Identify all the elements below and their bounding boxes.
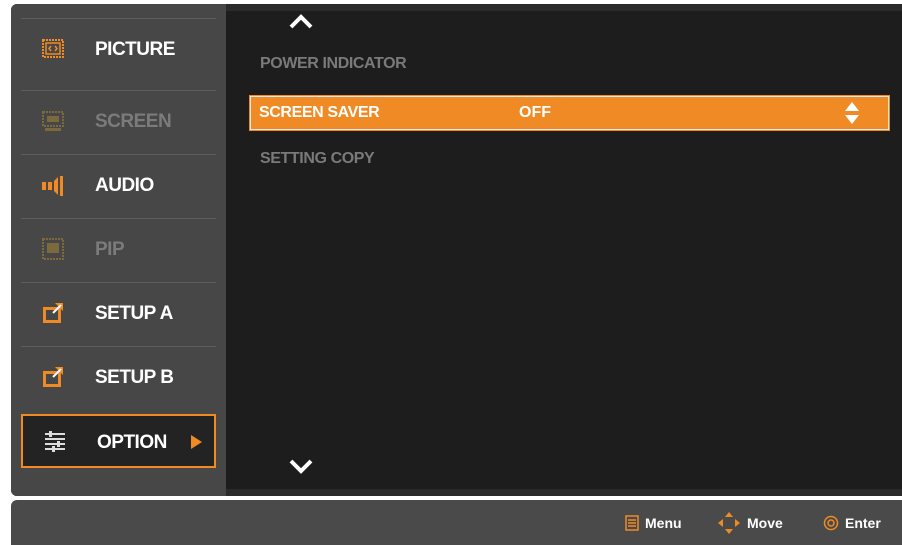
setup-icon xyxy=(43,303,63,323)
bottom-hint-bar: Menu Move Enter xyxy=(11,500,902,545)
sidebar-item-label: AUDIO xyxy=(95,175,154,196)
sidebar-item-audio[interactable]: AUDIO xyxy=(21,154,216,216)
menu-item-value: OFF xyxy=(519,104,551,121)
sidebar-item-label: SCREEN xyxy=(95,111,172,132)
pip-icon xyxy=(42,238,64,260)
chevron-right-icon xyxy=(191,435,202,449)
up-down-arrows-icon[interactable] xyxy=(844,101,860,125)
submenu-panel: POWER INDICATOR SCREEN SAVER OFF SETTING… xyxy=(226,11,902,489)
menu-item-label: SCREEN SAVER xyxy=(259,104,380,121)
menu-item-power-indicator[interactable]: POWER INDICATOR xyxy=(260,49,900,79)
sidebar-item-option[interactable]: OPTION xyxy=(21,414,216,468)
chevron-up-icon[interactable] xyxy=(286,11,316,31)
menu-item-label: SETTING COPY xyxy=(260,150,375,167)
sidebar-item-label: PIP xyxy=(95,239,125,260)
enter-hint-label: Enter xyxy=(845,514,881,531)
osd-menu: PICTURE SCREEN AUDIO PIP SETUP A SETUP B… xyxy=(11,4,902,496)
sidebar-item-label: OPTION xyxy=(97,432,167,453)
enter-icon xyxy=(823,515,839,530)
menu-icon xyxy=(625,514,639,531)
enter-hint: Enter xyxy=(823,500,881,545)
sidebar-item-label: PICTURE xyxy=(95,39,175,60)
move-hint: Move xyxy=(717,500,783,545)
menu-hint-label: Menu xyxy=(645,514,682,531)
setup-icon xyxy=(43,367,63,387)
option-icon xyxy=(45,431,65,452)
menu-item-screen-saver[interactable]: SCREEN SAVER OFF xyxy=(249,95,890,131)
sidebar-item-screen[interactable]: SCREEN xyxy=(21,90,216,152)
sidebar-item-label: SETUP A xyxy=(95,303,173,324)
chevron-down-icon[interactable] xyxy=(286,457,316,477)
menu-item-label: POWER INDICATOR xyxy=(260,55,407,72)
screen-icon xyxy=(42,111,64,131)
sidebar-item-setup-a[interactable]: SETUP A xyxy=(21,282,216,344)
sidebar: PICTURE SCREEN AUDIO PIP SETUP A SETUP B… xyxy=(11,4,226,496)
move-arrows-icon xyxy=(718,511,740,534)
sidebar-item-pip[interactable]: PIP xyxy=(21,218,216,280)
picture-icon xyxy=(42,39,64,58)
sidebar-item-picture[interactable]: PICTURE xyxy=(21,18,216,80)
audio-icon xyxy=(42,176,63,196)
move-hint-label: Move xyxy=(747,514,783,531)
sidebar-item-setup-b[interactable]: SETUP B xyxy=(21,346,216,408)
menu-hint: Menu xyxy=(625,500,682,545)
menu-item-setting-copy[interactable]: SETTING COPY xyxy=(260,144,900,174)
sidebar-item-label: SETUP B xyxy=(95,367,174,388)
